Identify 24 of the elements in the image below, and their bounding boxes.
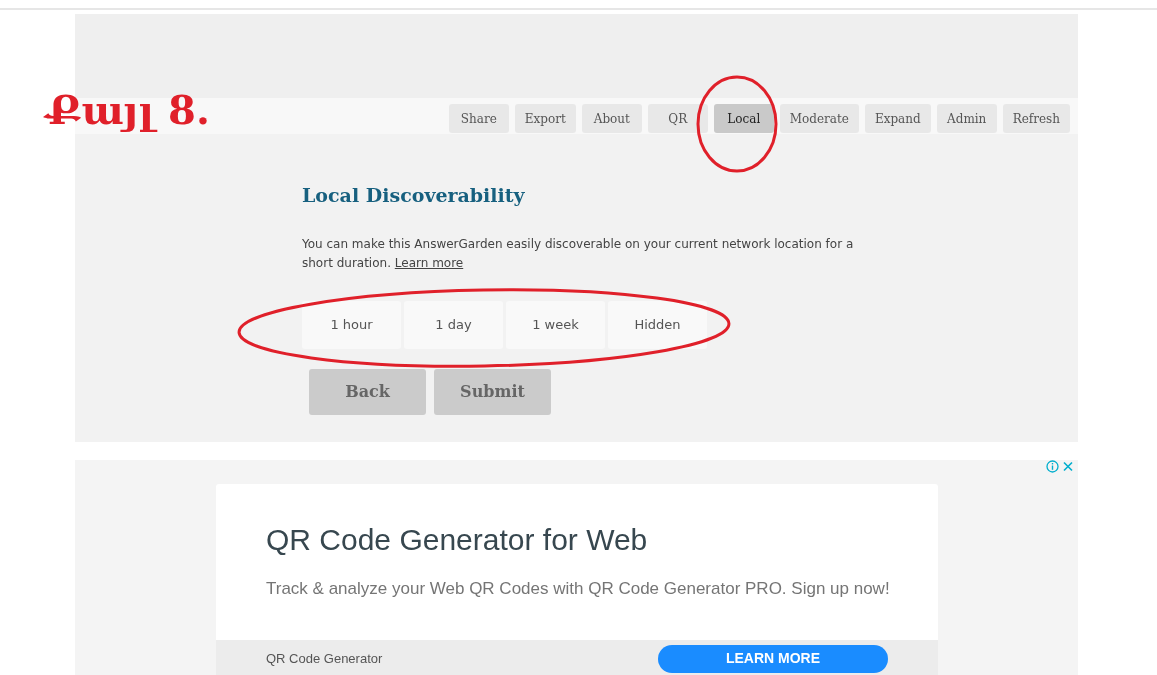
toolbar-tab[interactable]: Share bbox=[448, 104, 509, 133]
toolbar-tab[interactable]: Local bbox=[713, 104, 774, 133]
toolbar-tab[interactable]: Admin bbox=[936, 104, 997, 133]
ad-text: Track & analyze your Web QR Codes with QR Code Generator PRO. Sign up now! bbox=[265, 578, 891, 600]
submit-button[interactable]: Submit bbox=[434, 368, 551, 415]
advertiser-name: QR Code Generator bbox=[266, 649, 383, 668]
learn-more-link[interactable]: Learn more bbox=[394, 255, 464, 270]
toolbar-tab[interactable]: Export bbox=[514, 104, 576, 133]
back-button[interactable]: Back bbox=[309, 368, 426, 415]
duration-option[interactable]: 1 day bbox=[404, 300, 503, 349]
section-title: Local Discoverability bbox=[302, 184, 526, 207]
close-icon[interactable] bbox=[1062, 460, 1074, 473]
toolbar-tab[interactable]: Expand bbox=[864, 104, 931, 133]
toolbar-tab[interactable]: Refresh bbox=[1002, 104, 1070, 133]
description-text: You can make this AnswerGarden easily discoverable on your current network location for a short duration. Learn more bbox=[302, 235, 855, 272]
duration-option[interactable]: Hidden bbox=[608, 300, 707, 349]
ad-title: QR Code Generator for Web bbox=[265, 522, 649, 558]
toolbar-tab[interactable]: QR bbox=[647, 104, 708, 133]
duration-option[interactable]: 1 week bbox=[506, 300, 605, 349]
duration-option[interactable]: 1 hour bbox=[302, 300, 401, 349]
toolbar-tab[interactable]: About bbox=[581, 104, 642, 133]
toolbar-tab[interactable]: Moderate bbox=[779, 104, 859, 133]
info-icon[interactable] bbox=[1046, 460, 1059, 473]
learn-more-button[interactable]: LEARN MORE bbox=[658, 644, 888, 673]
